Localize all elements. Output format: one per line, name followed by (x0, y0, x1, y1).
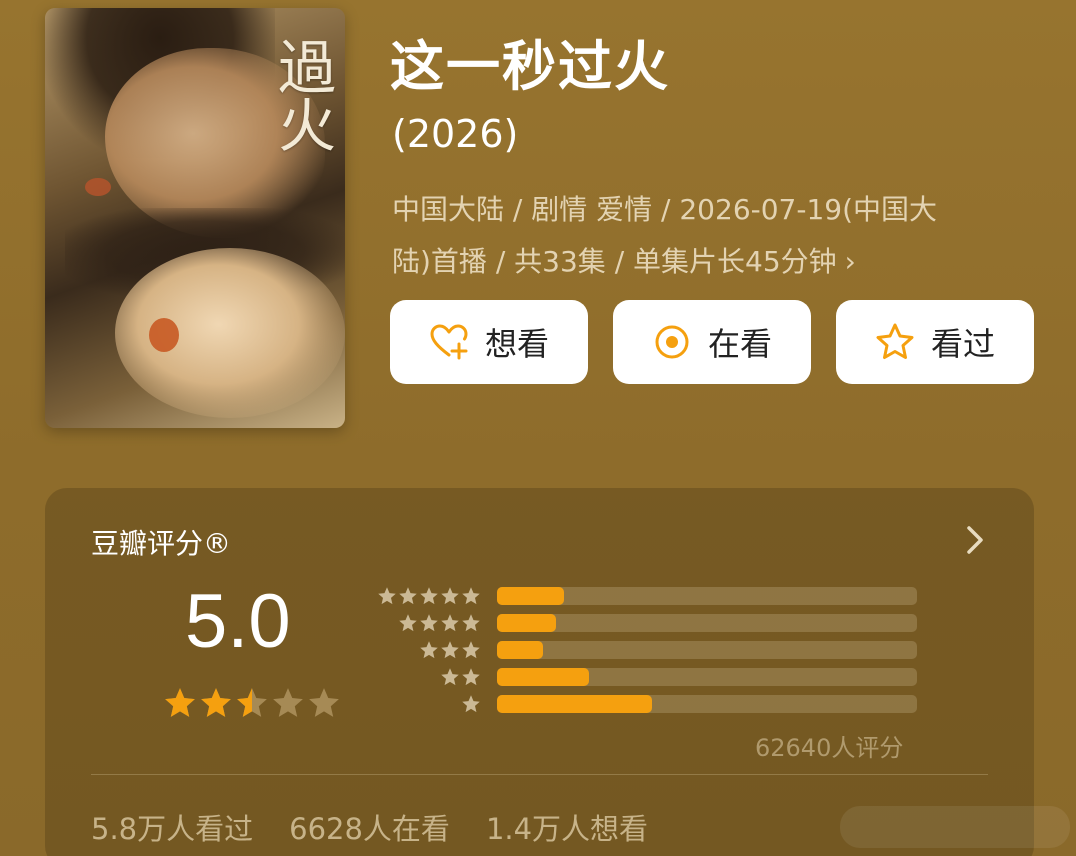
chevron-right-icon: › (844, 245, 856, 278)
want-to-watch-button[interactable]: 想看 (390, 300, 588, 384)
meta-line-2: 陆)首播 / 共33集 / 单集片长45分钟 › (392, 236, 1042, 288)
want-to-watch-label: 想看 (484, 325, 549, 363)
rating-star-icon (273, 688, 303, 717)
rating-star-icon (237, 688, 267, 717)
star-icon (420, 641, 438, 659)
rating-bar-fill (497, 641, 544, 659)
rating-bar-track (497, 641, 917, 659)
star-icon (378, 587, 396, 605)
star-icon (399, 587, 417, 605)
divider (91, 774, 988, 775)
meta-line-2-text: 陆)首播 / 共33集 / 单集片长45分钟 (392, 245, 837, 278)
star-icon (462, 641, 480, 659)
poster-lips-top (85, 178, 111, 196)
rating-stars (163, 686, 341, 720)
rating-bar-fill (497, 614, 556, 632)
show-title: 这一秒过火 (390, 35, 670, 98)
poster-calligraphy: 過火 (268, 37, 336, 153)
rating-count[interactable]: 62640人评分 (755, 728, 903, 763)
rating-bar-track (497, 614, 917, 632)
rating-score: 5.0 (185, 579, 291, 664)
rating-row-stars (377, 586, 481, 606)
watching-label: 在看 (707, 325, 772, 363)
rating-star-icon (201, 688, 231, 717)
audience-stats: 5.8万人看过 6628人在看 1.4万人想看 (91, 806, 648, 848)
watching-button[interactable]: 在看 (613, 300, 811, 384)
star-icon (462, 614, 480, 632)
rating-row-1-star (377, 694, 917, 714)
star-outline-icon (876, 323, 914, 359)
star-icon (441, 668, 459, 686)
heart-plus-icon (430, 324, 468, 360)
star-icon (462, 668, 480, 686)
rating-card[interactable]: 豆瓣评分® 5.0 62640人评分 5.8万人看过 6628人在看 1.4万人… (45, 488, 1034, 856)
poster-image[interactable]: 過火 (45, 8, 345, 428)
chevron-right-icon[interactable] (959, 520, 989, 560)
watched-button[interactable]: 看过 (836, 300, 1034, 384)
rating-bar-track (497, 668, 917, 686)
meta-line-1: 中国大陆 / 剧情 爱情 / 2026-07-19(中国大 (392, 193, 938, 226)
rating-row-3-star (377, 640, 917, 660)
star-icon (399, 614, 417, 632)
stat-want[interactable]: 1.4万人想看 (486, 806, 648, 848)
rating-bar-fill (497, 587, 565, 605)
rating-row-stars (440, 667, 481, 687)
star-icon (462, 587, 480, 605)
rating-row-stars (419, 640, 481, 660)
rating-row-5-star (377, 586, 917, 606)
star-icon (441, 614, 459, 632)
watched-label: 看过 (930, 325, 995, 363)
rating-row-stars (398, 613, 481, 633)
rating-bar-track (497, 587, 917, 605)
star-icon (462, 695, 480, 713)
rating-star-icon (309, 688, 339, 717)
show-year: (2026) (392, 112, 519, 156)
rating-bar-fill (497, 695, 653, 713)
star-icon (441, 587, 459, 605)
stat-watched[interactable]: 5.8万人看过 (91, 806, 253, 848)
rating-card-title: 豆瓣评分® (91, 527, 232, 560)
star-icon (441, 641, 459, 659)
rating-bar-track (497, 695, 917, 713)
star-icon (420, 614, 438, 632)
target-circle-icon (655, 325, 689, 359)
star-icon (420, 587, 438, 605)
rating-row-4-star (377, 613, 917, 633)
poster-lips-bottom (149, 318, 179, 352)
rating-row-2-star (377, 667, 917, 687)
rating-star-icon (165, 688, 195, 717)
rating-bar-fill (497, 668, 590, 686)
watermark (840, 806, 1070, 848)
show-meta[interactable]: 中国大陆 / 剧情 爱情 / 2026-07-19(中国大 陆)首播 / 共33… (392, 184, 1042, 288)
stat-watching[interactable]: 6628人在看 (289, 806, 450, 848)
rating-row-stars (461, 694, 481, 714)
